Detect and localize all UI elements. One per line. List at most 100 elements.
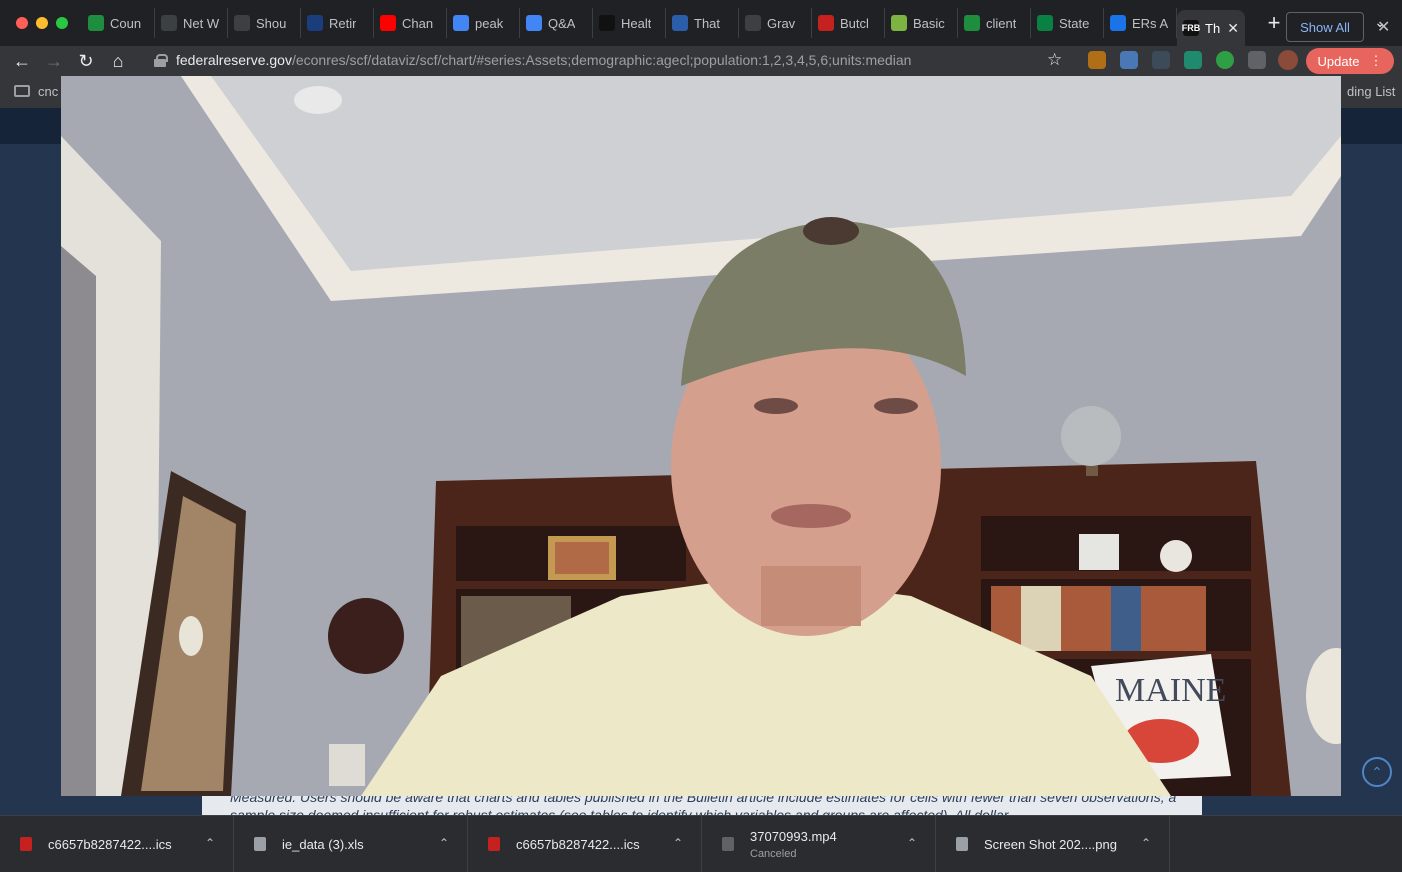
tab-label: Healt <box>621 15 652 31</box>
tab-item[interactable]: Grav <box>739 8 812 38</box>
docs-icon <box>526 15 542 31</box>
tab-label: Net W <box>183 15 220 31</box>
tab-item[interactable]: That <box>666 8 739 38</box>
download-meta: Screen Shot 202....png <box>984 837 1117 852</box>
tab-item[interactable]: Chan <box>374 8 447 38</box>
download-item[interactable]: c6657b8287422....ics ⌃ <box>468 815 702 872</box>
close-window-icon[interactable] <box>16 17 28 29</box>
c-logo-icon <box>1037 15 1053 31</box>
chevron-up-icon[interactable]: ⌃ <box>907 836 917 850</box>
tab-label: That <box>694 15 721 31</box>
extension-icon[interactable] <box>1088 51 1106 69</box>
download-status: Canceled <box>750 847 797 860</box>
tab-item[interactable]: Net W <box>155 8 228 38</box>
file-icon <box>20 837 32 851</box>
address-bar[interactable]: federalreserve.gov/econres/scf/dataviz/s… <box>140 46 1075 74</box>
download-item[interactable]: Screen Shot 202....png ⌃ <box>936 815 1170 872</box>
hc-icon <box>599 15 615 31</box>
url-path: /econres/scf/dataviz/scf/chart/#series:A… <box>291 52 912 68</box>
browser-toolbar: ← → ↻ ⌂ federalreserve.gov/econres/scf/d… <box>0 46 1402 76</box>
tab-label: Chan <box>402 15 434 31</box>
close-downloads-icon[interactable]: ✕ <box>1377 17 1390 37</box>
extension-icon[interactable] <box>1152 51 1170 69</box>
reading-list-button[interactable]: ding List <box>1347 84 1395 99</box>
download-filename: 37070993.mp4 <box>750 828 837 844</box>
mi-icon <box>672 15 688 31</box>
tab-item[interactable]: client <box>958 8 1031 38</box>
bookmark-item[interactable]: cnc <box>38 84 58 99</box>
tab-label: State <box>1059 15 1090 31</box>
bookmark-star-icon[interactable]: ☆ <box>1047 50 1062 70</box>
download-item[interactable]: ie_data (3).xls ⌃ <box>234 815 468 872</box>
docs-icon <box>453 15 469 31</box>
tab-label: Q&A <box>548 15 576 31</box>
extension-icon[interactable] <box>1120 51 1138 69</box>
tab-item[interactable]: ERs A <box>1104 8 1177 38</box>
forward-arrow-icon[interactable]: → <box>38 51 70 72</box>
chevron-up-icon[interactable]: ⌃ <box>673 836 683 850</box>
tab-item[interactable]: State <box>1031 8 1104 38</box>
reload-icon[interactable]: ↻ <box>70 51 102 72</box>
extension-icon[interactable] <box>1184 51 1202 69</box>
tab-label: Th <box>1205 20 1221 36</box>
download-filename: c6657b8287422....ics <box>48 836 172 852</box>
new-tab-button[interactable]: + <box>1259 8 1289 38</box>
tab-label: Butcl <box>840 15 869 31</box>
more-menu-icon[interactable]: ⋮ <box>1369 53 1382 69</box>
pin-icon <box>818 15 834 31</box>
download-filename: c6657b8287422....ics <box>516 836 640 852</box>
download-filename: Screen Shot 202....png <box>984 836 1117 852</box>
show-all-button[interactable]: Show All <box>1286 12 1364 42</box>
frb-icon: FRB <box>1182 20 1200 36</box>
file-icon <box>488 837 500 851</box>
wm-icon <box>234 15 250 31</box>
window-controls <box>16 17 68 29</box>
tab-item[interactable]: Basic <box>885 8 958 38</box>
sheets-icon <box>964 15 980 31</box>
scroll-to-top-icon[interactable]: ⌃ <box>1362 757 1392 787</box>
download-item[interactable]: c6657b8287422....ics ⌃ <box>0 815 234 872</box>
file-icon <box>254 837 266 851</box>
tab-label: Grav <box>767 15 796 31</box>
pillow-text: MAINE <box>1115 672 1226 709</box>
update-label: Update <box>1317 53 1360 69</box>
url-domain: federalreserve.gov <box>176 52 292 68</box>
tab-item[interactable]: peak <box>447 8 520 38</box>
download-meta: 37070993.mp4 Canceled <box>750 829 837 860</box>
tab-item[interactable]: Q&A <box>520 8 593 38</box>
tab-item[interactable]: Coun <box>82 8 155 38</box>
extension-icon[interactable] <box>1216 51 1234 69</box>
tab-label: peak <box>475 15 504 31</box>
zoom-window-icon[interactable] <box>56 17 68 29</box>
sheets-icon <box>88 15 104 31</box>
tab-label: ERs A <box>1132 15 1169 31</box>
tab-list: Coun Net W Shou Retir Chan peak Q&A Healt That Gr… <box>82 0 1177 46</box>
tab-item[interactable]: Healt <box>593 8 666 38</box>
tab-item[interactable]: Retir <box>301 8 374 38</box>
back-arrow-icon[interactable]: ← <box>6 51 38 72</box>
download-filename: ie_data (3).xls <box>282 836 364 852</box>
profile-avatar[interactable] <box>1278 50 1298 70</box>
youtube-icon <box>380 15 396 31</box>
diamond-icon <box>891 15 907 31</box>
tab-item[interactable]: Shou <box>228 8 301 38</box>
chevron-up-icon[interactable]: ⌃ <box>439 836 449 850</box>
download-item[interactable]: 37070993.mp4 Canceled ⌃ <box>702 815 936 872</box>
chevron-up-icon[interactable]: ⌃ <box>1141 836 1151 850</box>
tab-item[interactable]: Butcl <box>812 8 885 38</box>
refresh-logo-icon <box>161 15 177 31</box>
tab-active[interactable]: FRB Th ✕ <box>1177 10 1245 46</box>
file-icon <box>722 837 734 851</box>
tab-label: Retir <box>329 15 357 31</box>
puzzle-extensions-icon[interactable] <box>1248 51 1266 69</box>
minimize-window-icon[interactable] <box>36 17 48 29</box>
downloads-bar: c6657b8287422....ics ⌃ ie_data (3).xls ⌃ c66… <box>0 815 1402 872</box>
file-icon <box>956 837 968 851</box>
tab-strip: Coun Net W Shou Retir Chan peak Q&A Healt That Gr… <box>0 0 1402 46</box>
chevron-up-icon[interactable]: ⌃ <box>205 836 215 850</box>
lock-icon[interactable] <box>154 54 168 67</box>
update-button[interactable]: Update ⋮ <box>1306 48 1394 74</box>
k-logo-icon <box>1110 15 1126 31</box>
home-icon[interactable]: ⌂ <box>102 51 134 72</box>
close-tab-icon[interactable]: ✕ <box>1227 20 1239 37</box>
